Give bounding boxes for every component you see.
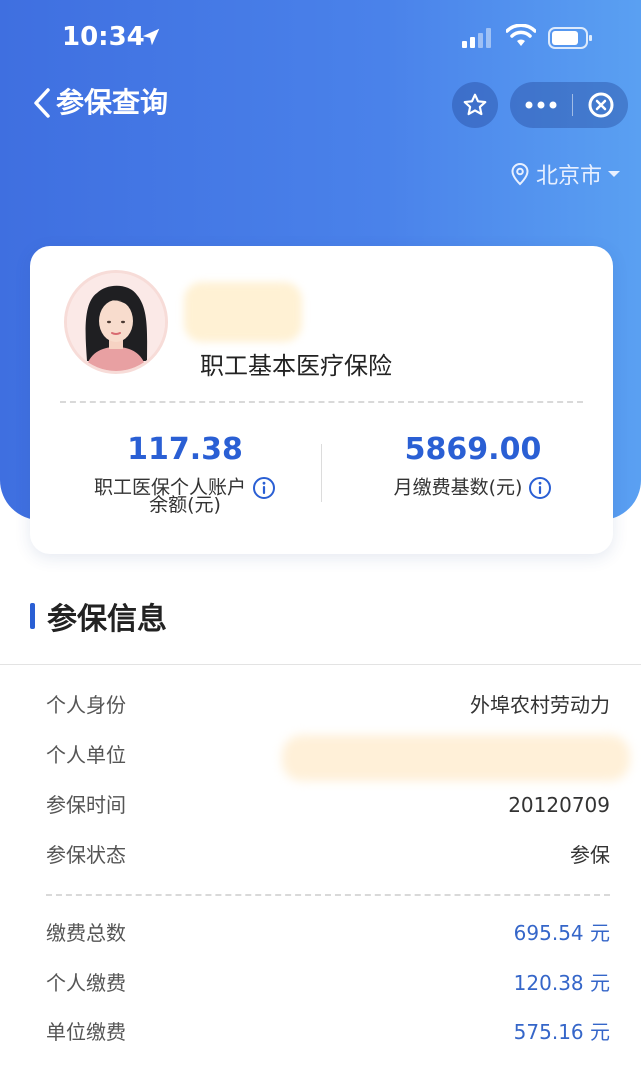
insurance-type: 职工基本医疗保险 <box>200 352 392 380</box>
payment-key: 单位缴费 <box>46 1020 126 1044</box>
star-icon <box>463 93 487 116</box>
close-button[interactable] <box>573 82 628 128</box>
payment-row-employer: 单位缴费 575.16 元 <box>46 1017 610 1047</box>
payment-base-label: 月缴费基数(元) <box>348 476 598 500</box>
info-icon[interactable] <box>528 476 552 500</box>
status-bar: 10:34 <box>0 0 641 78</box>
location-pin-icon <box>511 162 529 186</box>
info-row-enroll-date: 参保时间 20120709 <box>46 790 610 820</box>
avatar-woman-icon <box>67 273 165 371</box>
account-balance-label: 职工医保个人账户 余额(元) <box>60 476 310 516</box>
info-value: 20120709 <box>508 793 610 817</box>
avatar <box>64 270 168 374</box>
payment-base-value: 5869.00 <box>404 432 542 467</box>
payment-value: 120.38 元 <box>513 971 610 995</box>
info-icon[interactable] <box>252 476 276 500</box>
battery-icon <box>548 27 592 49</box>
section-header: 参保信息 <box>30 594 167 638</box>
page-title: 参保查询 <box>56 86 169 119</box>
city-selector[interactable]: 北京市 <box>510 158 621 190</box>
info-key: 个人身份 <box>46 693 126 717</box>
payment-value: 695.54 元 <box>513 921 610 945</box>
insurance-summary-card: 职工基本医疗保险 117.38 职工医保个人账户 余额(元) 5869.00 月… <box>30 246 613 554</box>
employer-redacted <box>282 735 630 781</box>
payment-row-personal: 个人缴费 120.38 元 <box>46 968 610 998</box>
info-value: 外埠农村劳动力 <box>470 693 610 717</box>
info-row-status: 参保状态 参保 <box>46 840 610 870</box>
info-key: 个人单位 <box>46 743 126 767</box>
info-divider <box>46 894 610 896</box>
payment-key: 缴费总数 <box>46 921 126 945</box>
account-balance-value: 117.38 <box>127 432 243 467</box>
info-value: 参保 <box>570 843 610 867</box>
more-dots-icon <box>525 101 557 109</box>
account-balance-stat: 117.38 职工医保个人账户 余额(元) <box>60 430 310 516</box>
payment-key: 个人缴费 <box>46 971 126 995</box>
payment-value: 575.16 元 <box>513 1020 610 1044</box>
stat-divider <box>321 444 322 502</box>
section-divider <box>0 664 641 665</box>
info-key: 参保状态 <box>46 843 126 867</box>
payment-base-label-text: 月缴费基数(元) <box>393 476 523 499</box>
info-key: 参保时间 <box>46 793 126 817</box>
info-row-identity: 个人身份 外埠农村劳动力 <box>46 690 610 720</box>
name-redacted <box>184 282 302 342</box>
location-arrow-icon <box>142 28 160 46</box>
more-button[interactable] <box>510 82 572 128</box>
caret-down-icon <box>608 171 621 177</box>
city-label: 北京市 <box>536 164 603 189</box>
mini-program-capsule <box>510 82 628 128</box>
status-time: 10:34 <box>62 22 145 52</box>
cellular-signal-icon <box>462 28 491 48</box>
card-divider <box>60 401 583 403</box>
section-accent-bar <box>30 603 35 629</box>
section-title: 参保信息 <box>47 602 167 637</box>
payment-row-total: 缴费总数 695.54 元 <box>46 918 610 948</box>
close-circle-icon <box>588 92 613 118</box>
payment-base-stat: 5869.00 月缴费基数(元) <box>348 430 598 500</box>
back-chevron-icon[interactable] <box>30 86 54 120</box>
wifi-icon <box>506 24 536 46</box>
favorite-button[interactable] <box>452 82 498 128</box>
